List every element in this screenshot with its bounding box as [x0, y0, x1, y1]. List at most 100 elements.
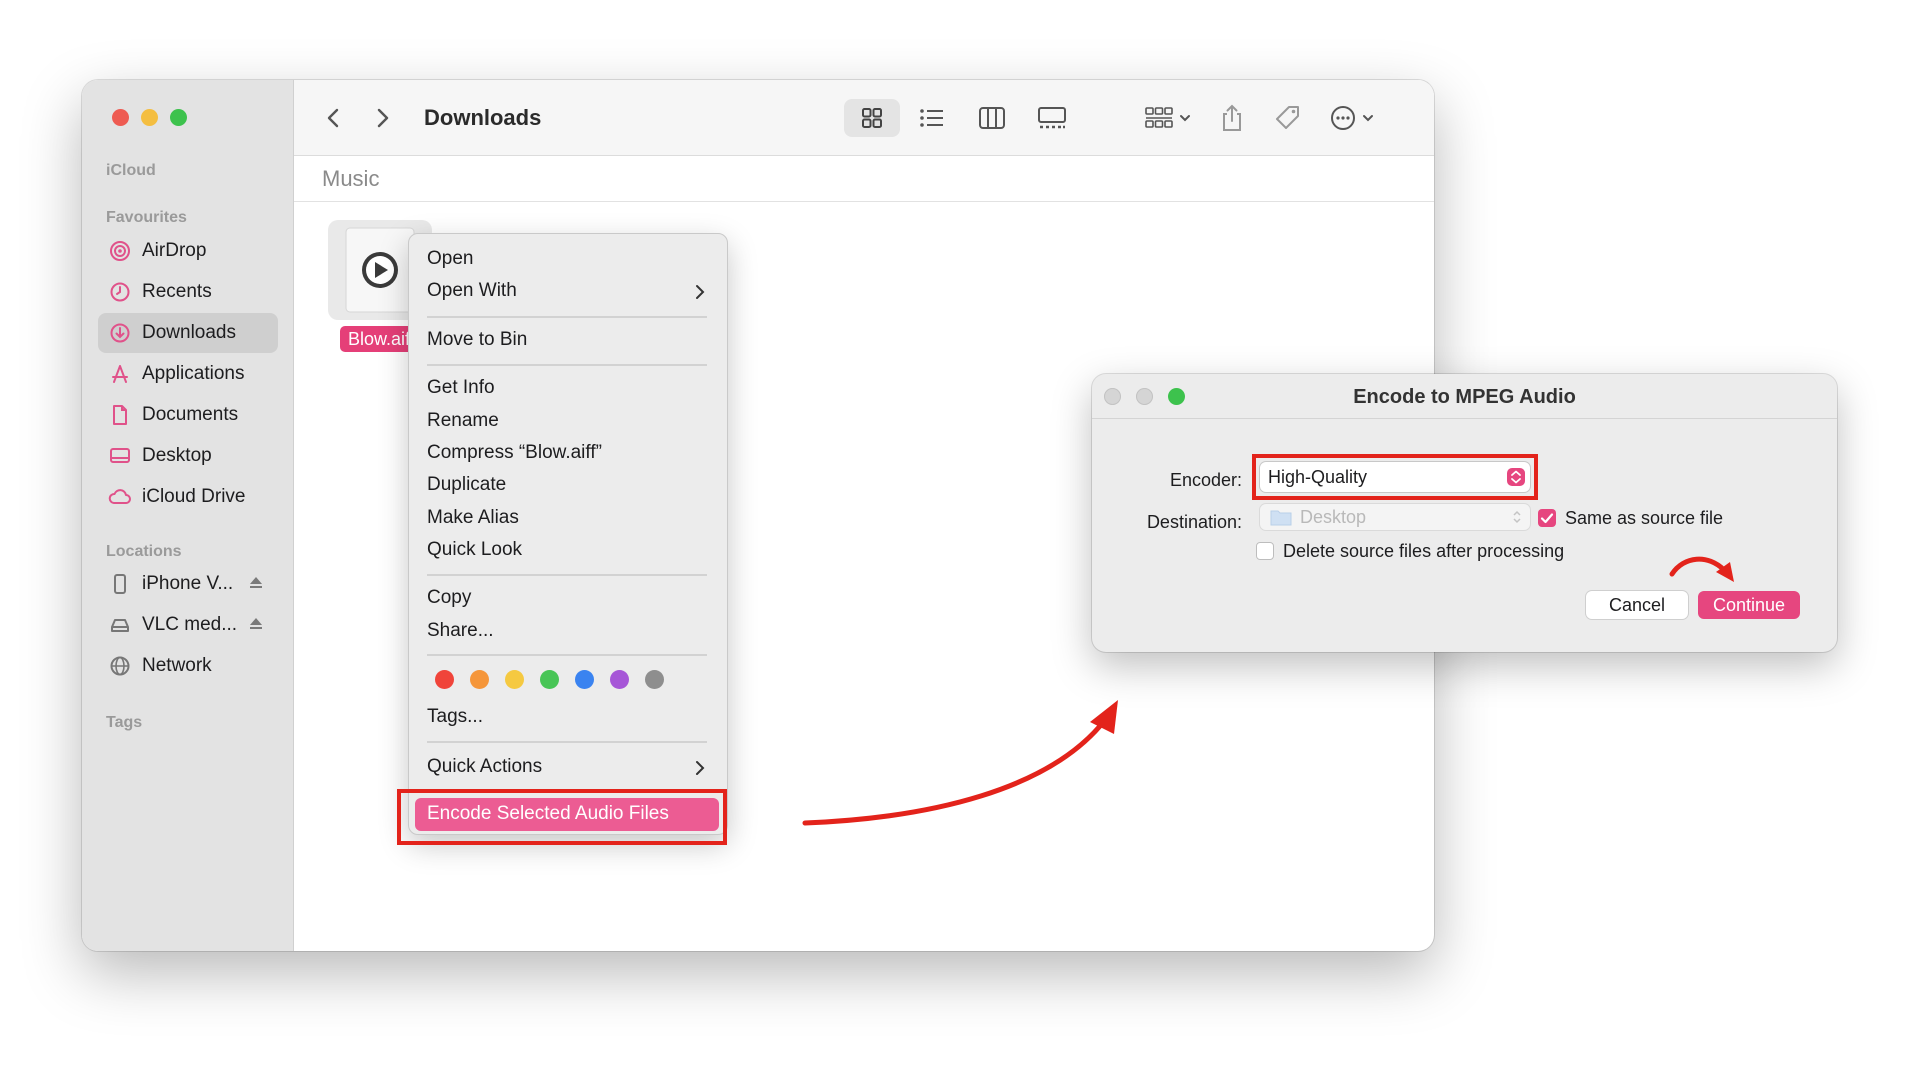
- download-icon: [108, 321, 132, 345]
- section-header: Music: [294, 156, 1434, 202]
- phone-icon: [108, 572, 132, 596]
- menu-separator: [427, 741, 707, 743]
- globe-icon: [108, 654, 132, 678]
- destination-value: Desktop: [1300, 507, 1367, 527]
- tag-color-dot[interactable]: [610, 670, 629, 689]
- airdrop-icon: [108, 239, 132, 263]
- menu-separator: [427, 364, 707, 366]
- menu-item-move-to-bin[interactable]: Move to Bin: [427, 329, 527, 351]
- menu-item-duplicate[interactable]: Duplicate: [427, 474, 506, 496]
- tag-button[interactable]: [1270, 99, 1306, 137]
- sidebar-item-network[interactable]: Network: [98, 646, 278, 686]
- toolbar: Downloads: [294, 80, 1434, 156]
- menu-item-get-info[interactable]: Get Info: [427, 377, 495, 399]
- sidebar-item-label: Downloads: [142, 322, 236, 343]
- tags-header: Tags: [106, 714, 143, 731]
- minimize-window-button[interactable]: [141, 109, 158, 126]
- group-by-button[interactable]: [1140, 99, 1196, 137]
- titlebar-divider: [1092, 418, 1837, 419]
- grid-icon: [862, 108, 882, 128]
- sidebar-item-label: Documents: [142, 404, 239, 425]
- context-menu: Open Open With Move to Bin Get Info Rena…: [408, 233, 728, 835]
- sidebar-item-label: iCloud Drive: [142, 486, 246, 507]
- desktop-icon: [108, 444, 132, 468]
- same-as-source-checkbox[interactable]: [1538, 509, 1556, 527]
- sidebar-item-downloads[interactable]: Downloads: [98, 313, 278, 353]
- section-title: Music: [322, 166, 380, 191]
- icon-view-button[interactable]: [844, 99, 900, 137]
- gallery-icon: [1038, 107, 1066, 129]
- sidebar-item-documents[interactable]: Documents: [98, 395, 278, 435]
- share-button[interactable]: [1214, 99, 1250, 137]
- file-name-label[interactable]: Blow.aif: [340, 326, 419, 352]
- annotation-arrow-continue: [1669, 556, 1734, 582]
- column-view-button[interactable]: [970, 99, 1014, 137]
- zoom-window-button[interactable]: [170, 109, 187, 126]
- chevron-down-icon: [1180, 115, 1190, 122]
- tag-color-dot[interactable]: [575, 670, 594, 689]
- menu-separator: [427, 574, 707, 576]
- highlight-box-encoder: [1252, 454, 1538, 500]
- popup-arrows-icon: [1513, 510, 1521, 524]
- delete-source-checkbox[interactable]: [1256, 542, 1274, 560]
- tag-color-dot[interactable]: [470, 670, 489, 689]
- sidebar-item-airdrop[interactable]: AirDrop: [98, 231, 278, 271]
- sidebar-item-label: Applications: [142, 363, 245, 384]
- chevron-right-icon: [696, 761, 705, 775]
- checkmark-icon: [1540, 513, 1554, 524]
- back-button[interactable]: [318, 99, 348, 137]
- document-icon: [108, 403, 132, 427]
- sidebar-item-iphone[interactable]: iPhone V...: [98, 564, 278, 604]
- tag-color-dot[interactable]: [540, 670, 559, 689]
- sidebar-item-label: iPhone V...: [142, 573, 234, 594]
- action-menu-button[interactable]: [1324, 99, 1380, 137]
- sidebar-item-desktop[interactable]: Desktop: [98, 436, 278, 476]
- list-icon: [920, 109, 943, 127]
- sidebar-item-label: AirDrop: [142, 240, 207, 261]
- sidebar: iCloud Favourites AirDrop Recents Downlo…: [82, 80, 294, 951]
- sidebar-item-label: VLC med...: [142, 614, 238, 635]
- eject-icon[interactable]: [248, 615, 264, 636]
- menu-item-make-alias[interactable]: Make Alias: [427, 507, 519, 529]
- icloud-header: iCloud: [106, 162, 156, 179]
- menu-item-compress[interactable]: Compress “Blow.aiff”: [427, 442, 602, 464]
- group-icon: [1145, 107, 1173, 128]
- clock-icon: [108, 280, 132, 304]
- sidebar-item-icloud-drive[interactable]: iCloud Drive: [98, 477, 278, 517]
- tag-color-dot[interactable]: [505, 670, 524, 689]
- chevron-left-icon: [327, 108, 339, 128]
- menu-item-tags[interactable]: Tags...: [427, 706, 483, 728]
- tag-color-dot[interactable]: [645, 670, 664, 689]
- window-title: Downloads: [424, 105, 542, 130]
- dialog-title: Encode to MPEG Audio: [1353, 386, 1576, 408]
- sidebar-item-vlc-media[interactable]: VLC med...: [98, 605, 278, 645]
- disk-icon: [108, 613, 132, 637]
- menu-item-open-with[interactable]: Open With: [427, 280, 517, 302]
- sidebar-item-label: Recents: [142, 281, 212, 302]
- sidebar-item-recents[interactable]: Recents: [98, 272, 278, 312]
- forward-button[interactable]: [368, 99, 398, 137]
- folder-icon: [1270, 510, 1292, 526]
- tag-icon: [1276, 106, 1299, 129]
- gallery-view-button[interactable]: [1030, 99, 1074, 137]
- sidebar-item-label: Desktop: [142, 445, 212, 466]
- locations-header: Locations: [106, 543, 182, 560]
- tag-color-dot[interactable]: [435, 670, 454, 689]
- destination-label: Destination:: [1146, 512, 1242, 532]
- chevron-right-icon: [696, 285, 705, 299]
- sidebar-item-applications[interactable]: Applications: [98, 354, 278, 394]
- menu-item-quick-look[interactable]: Quick Look: [427, 539, 522, 561]
- eject-icon[interactable]: [248, 574, 264, 595]
- menu-item-quick-actions[interactable]: Quick Actions: [427, 756, 542, 778]
- menu-separator: [427, 654, 707, 656]
- close-window-button[interactable]: [112, 109, 129, 126]
- menu-item-rename[interactable]: Rename: [427, 410, 499, 432]
- chevron-right-icon: [377, 108, 389, 128]
- menu-item-open[interactable]: Open: [427, 248, 473, 270]
- menu-item-copy[interactable]: Copy: [427, 587, 471, 609]
- applications-icon: [108, 362, 132, 386]
- list-view-button[interactable]: [910, 99, 954, 137]
- menu-item-share[interactable]: Share...: [427, 620, 494, 642]
- favourites-header: Favourites: [106, 209, 187, 226]
- sidebar-item-label: Network: [142, 655, 212, 676]
